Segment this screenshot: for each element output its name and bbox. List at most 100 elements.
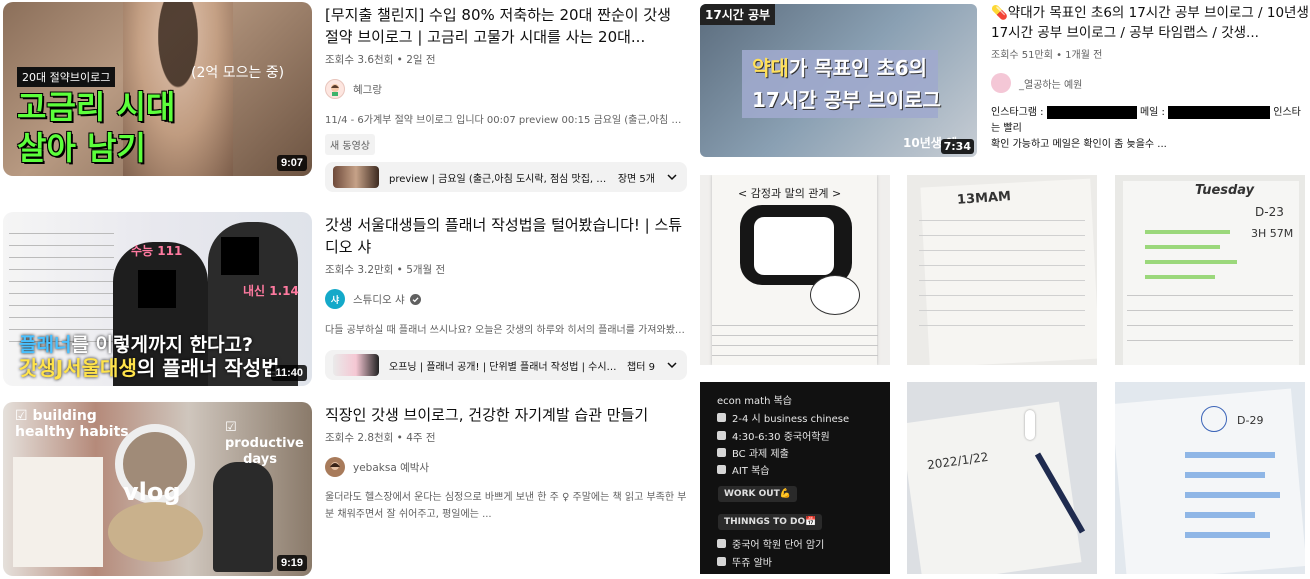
cloud-inner — [754, 217, 834, 275]
thumbnail-person — [213, 462, 273, 572]
channel-name[interactable]: 혜그랑 — [353, 82, 382, 97]
thumbnail-caption: (2억 모으는 중) — [191, 65, 285, 81]
video-duration: 11:40 — [271, 365, 307, 381]
grid-image-4-todo[interactable]: econ math 복습 2-4 시 business chinese 4:30… — [700, 382, 890, 574]
planner-page — [920, 178, 1097, 365]
chapter-thumbnail — [333, 354, 379, 376]
checkbox-checked — [717, 448, 726, 457]
thumbnail-headline: 갓생J서울대생의 플래너 작성법 — [19, 356, 280, 380]
thumbnail-tag: 수능 111 — [131, 244, 183, 258]
upload-age: 5개월 전 — [406, 264, 446, 276]
grid-image-5[interactable]: 2022/1/22 — [907, 382, 1097, 574]
checkbox-checked — [717, 465, 726, 474]
chapter-title: 오프닝 | 플래너 공개! | 단위별 플래너 작성법 | 수시,정... — [389, 361, 620, 373]
upload-age: 4주 전 — [406, 432, 436, 444]
highlight-bar — [1185, 472, 1265, 478]
channel-avatar[interactable] — [325, 79, 345, 99]
cloud-drawing — [810, 275, 860, 315]
page-heading: Tuesday — [1195, 183, 1255, 198]
video-meta: 조회수 51만회 • 1개월 전 — [991, 50, 1103, 61]
thumbnail-caption: ☑ building healthy habits — [15, 408, 129, 440]
face-redaction — [138, 270, 176, 308]
channel-avatar[interactable] — [991, 73, 1011, 93]
chapter-count: 챕터 9 — [627, 361, 655, 373]
video-info: 💊약대가 목표인 초6의 17시간 공부 브이로그 / 10년생 17시간 공부… — [991, 3, 1309, 153]
video-title[interactable]: 갓생 서울대생들의 플래너 작성법을 털어봤습니다! | 스튜디오 샤 — [325, 214, 685, 258]
video-info: 직장인 갓생 브이로그, 건강한 자기계발 습관 만들기 조회수 2.8천회 •… — [325, 404, 686, 523]
todo-item: BC 과제 제출 — [717, 445, 789, 460]
chevron-down-icon[interactable] — [665, 170, 679, 184]
video-thumbnail[interactable]: 17시간 공부 약대가 목표인 초6의 17시간 공부 브이로그 10년생 예 … — [700, 4, 977, 157]
channel-link[interactable]: 샤 스튜디오 샤 — [325, 289, 685, 309]
channel-link[interactable]: _열공하는 예원 — [991, 73, 1309, 93]
highlight-bar — [1185, 492, 1280, 498]
chapter-thumbnail — [333, 166, 379, 188]
chapters-bar[interactable]: preview | 금요일 (출근,아침 도시락, 점심 맛집, 트렌... 장… — [325, 162, 687, 192]
grid-image-3[interactable]: Tuesday D-23 3H 57M — [1115, 175, 1305, 365]
video-item-3[interactable]: ☑ building healthy habits ☑ productive da… — [0, 402, 690, 579]
video-title[interactable]: [무지출 챌린지] 수입 80% 저축하는 20대 짠순이 갓생 절약 브이로그… — [325, 4, 685, 48]
video-item-2[interactable]: 수능 111 내신 1.14 플래너를 이렇게까지 한다고? 갓생J서울대생의 … — [0, 212, 690, 402]
video-duration: 9:19 — [276, 555, 307, 571]
highlight-bar — [1145, 230, 1230, 234]
checkbox-checked — [717, 539, 726, 548]
grid-image-1[interactable]: < 감정과 말의 관계 > — [700, 175, 890, 365]
video-description: 다들 공부하실 때 플래너 쓰시나요? 오늘은 갓생의 하루와 히서의 플래너를… — [325, 325, 687, 336]
video-list: 20대 절약브이로그 (2억 모으는 중) 고금리 시대 살아 남기 9:07 … — [0, 0, 690, 579]
section-label: WORK OUT💪 — [718, 486, 797, 502]
video-thumbnail[interactable]: 수능 111 내신 1.14 플래너를 이렇게까지 한다고? 갓생J서울대생의 … — [3, 212, 312, 386]
video-thumbnail[interactable]: ☑ building healthy habits ☑ productive da… — [3, 402, 312, 576]
view-count: 조회수 3.2만회 — [325, 264, 394, 276]
video-title[interactable]: 💊약대가 목표인 초6의 17시간 공부 브이로그 / 10년생 17시간 공부… — [991, 3, 1309, 43]
channel-name[interactable]: yebaksa 예박사 — [353, 460, 429, 475]
highlight-bar — [1145, 245, 1220, 249]
video-item-1[interactable]: 20대 절약브이로그 (2억 모으는 중) 고금리 시대 살아 남기 9:07 … — [0, 2, 690, 192]
thumbnail-basket — [108, 502, 203, 562]
verified-check-icon — [409, 293, 421, 305]
avatar-face-icon — [331, 84, 339, 96]
channel-avatar[interactable]: 샤 — [325, 289, 345, 309]
todo-item: AIT 복습 — [717, 462, 769, 477]
new-video-badge: 새 동영상 — [325, 134, 375, 155]
section-label: THINNGS TO DO📅 — [718, 514, 823, 530]
channel-avatar[interactable] — [325, 457, 345, 477]
chapter-title: preview | 금요일 (출근,아침 도시락, 점심 맛집, 트렌... — [389, 173, 610, 185]
todo-item: 중국어 학원 단어 암기 — [717, 536, 824, 551]
grid-image-2[interactable]: 13MAM — [907, 175, 1097, 365]
highlight-bar — [1145, 275, 1215, 279]
channel-link[interactable]: yebaksa 예박사 — [325, 457, 685, 477]
thumbnail-tag: 내신 1.14 — [243, 284, 299, 298]
channel-link[interactable]: 혜그랑 — [325, 79, 685, 99]
highlight-bar — [1185, 452, 1275, 458]
channel-name[interactable]: _열공하는 예원 — [1019, 76, 1082, 91]
chapter-count: 장면 5개 — [617, 173, 655, 185]
video-title[interactable]: 직장인 갓생 브이로그, 건강한 자기계발 습관 만들기 — [325, 404, 685, 426]
highlight-bar — [1145, 260, 1237, 264]
redaction-bar — [1168, 105, 1271, 119]
video-duration: 7:34 — [940, 139, 974, 154]
video-duration: 9:07 — [276, 155, 307, 171]
video-meta: 조회수 3.6천회 • 2일 전 — [325, 54, 436, 66]
todo-item: econ math 복습 — [717, 396, 792, 407]
airpod-image — [1025, 410, 1035, 440]
view-count: 조회수 51만회 — [991, 50, 1053, 61]
todo-item: 4:30-6:30 중국어학원 — [717, 428, 830, 443]
video-thumbnail[interactable]: 20대 절약브이로그 (2억 모으는 중) 고금리 시대 살아 남기 9:07 — [3, 2, 312, 176]
view-count: 조회수 3.6천회 — [325, 54, 394, 66]
thumbnail-headline: 17시간 공부 브이로그 — [752, 88, 941, 112]
search-results-right: 17시간 공부 약대가 목표인 초6의 17시간 공부 브이로그 10년생 예 … — [693, 0, 1310, 579]
grid-image-6[interactable]: D-29 — [1115, 382, 1305, 574]
chevron-down-icon[interactable] — [665, 358, 679, 372]
checkbox-checked — [717, 557, 726, 566]
checkbox-checked — [717, 431, 726, 440]
d-day-label: D-23 — [1255, 205, 1284, 219]
video-info: [무지출 챌린지] 수입 80% 저축하는 20대 짠순이 갓생 절약 브이로그… — [325, 4, 687, 155]
checkbox-checked — [717, 413, 726, 422]
todo-item: 뚜쥬 알바 — [717, 554, 772, 569]
channel-name[interactable]: 스튜디오 샤 — [353, 292, 405, 307]
d-day-label: D-29 — [1237, 414, 1264, 427]
upload-age: 1개월 전 — [1065, 50, 1103, 61]
chapters-bar[interactable]: 오프닝 | 플래너 공개! | 단위별 플래너 작성법 | 수시,정... 챕터… — [325, 350, 687, 380]
face-redaction — [221, 237, 259, 275]
todo-item: 2-4 시 business chinese — [717, 410, 849, 425]
